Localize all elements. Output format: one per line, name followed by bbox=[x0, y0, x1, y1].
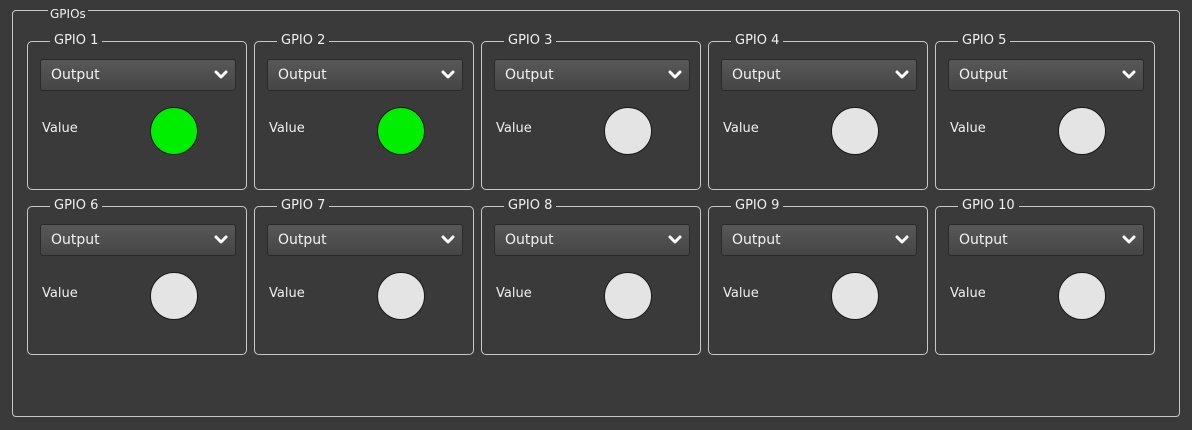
gpio-mode-value: Output bbox=[732, 232, 781, 248]
gpio-value-label: Value bbox=[950, 286, 986, 301]
gpio-group-5: GPIO 5 Output Value bbox=[935, 33, 1155, 190]
gpio-title: GPIO 2 bbox=[277, 33, 330, 49]
chevron-down-icon bbox=[668, 70, 682, 79]
gpio-group-4: GPIO 4 Output Value bbox=[708, 33, 928, 190]
gpio-mode-value: Output bbox=[959, 67, 1008, 83]
chevron-down-icon bbox=[1122, 70, 1136, 79]
gpio-value-label: Value bbox=[723, 121, 759, 136]
gpio-mode-value: Output bbox=[51, 67, 100, 83]
gpio-title: GPIO 7 bbox=[277, 198, 330, 214]
gpio-mode-select[interactable]: Output bbox=[948, 224, 1144, 256]
gpio-group-8: GPIO 8 Output Value bbox=[481, 198, 701, 355]
gpio-value-label: Value bbox=[42, 121, 78, 136]
gpio-value-label: Value bbox=[496, 121, 532, 136]
panel-title: GPIOs bbox=[48, 7, 88, 22]
gpio-group-2: GPIO 2 Output Value bbox=[254, 33, 474, 190]
gpio-group-1: GPIO 1 Output Value bbox=[27, 33, 247, 190]
gpio-value-label: Value bbox=[950, 121, 986, 136]
gpio-title: GPIO 5 bbox=[958, 33, 1011, 49]
gpio-mode-select[interactable]: Output bbox=[494, 59, 690, 91]
gpio-group-3: GPIO 3 Output Value bbox=[481, 33, 701, 190]
gpio-value-indicator[interactable] bbox=[604, 272, 652, 320]
gpio-mode-value: Output bbox=[505, 232, 554, 248]
gpio-mode-value: Output bbox=[959, 232, 1008, 248]
gpio-mode-select[interactable]: Output bbox=[721, 224, 917, 256]
gpio-group-9: GPIO 9 Output Value bbox=[708, 198, 928, 355]
gpio-value-indicator[interactable] bbox=[150, 107, 198, 155]
chevron-down-icon bbox=[214, 70, 228, 79]
gpio-mode-value: Output bbox=[505, 67, 554, 83]
gpio-title: GPIO 6 bbox=[50, 198, 103, 214]
chevron-down-icon bbox=[441, 235, 455, 244]
gpio-value-indicator[interactable] bbox=[831, 107, 879, 155]
chevron-down-icon bbox=[1122, 235, 1136, 244]
gpio-mode-select[interactable]: Output bbox=[721, 59, 917, 91]
gpio-group-6: GPIO 6 Output Value bbox=[27, 198, 247, 355]
gpio-title: GPIO 10 bbox=[958, 198, 1019, 214]
gpio-value-indicator[interactable] bbox=[377, 272, 425, 320]
gpio-value-label: Value bbox=[269, 286, 305, 301]
chevron-down-icon bbox=[668, 235, 682, 244]
gpio-mode-select[interactable]: Output bbox=[267, 59, 463, 91]
chevron-down-icon bbox=[214, 235, 228, 244]
gpio-mode-value: Output bbox=[51, 232, 100, 248]
gpio-mode-select[interactable]: Output bbox=[40, 59, 236, 91]
chevron-down-icon bbox=[441, 70, 455, 79]
gpio-value-indicator[interactable] bbox=[831, 272, 879, 320]
gpio-value-indicator[interactable] bbox=[1058, 107, 1106, 155]
gpio-value-label: Value bbox=[269, 121, 305, 136]
gpio-value-label: Value bbox=[496, 286, 532, 301]
gpio-title: GPIO 3 bbox=[504, 33, 557, 49]
gpio-value-indicator[interactable] bbox=[604, 107, 652, 155]
gpio-value-indicator[interactable] bbox=[150, 272, 198, 320]
gpio-mode-value: Output bbox=[278, 67, 327, 83]
gpio-value-indicator[interactable] bbox=[377, 107, 425, 155]
gpio-value-label: Value bbox=[42, 286, 78, 301]
gpio-group-7: GPIO 7 Output Value bbox=[254, 198, 474, 355]
gpio-mode-select[interactable]: Output bbox=[948, 59, 1144, 91]
gpio-value-indicator[interactable] bbox=[1058, 272, 1106, 320]
chevron-down-icon bbox=[895, 70, 909, 79]
gpio-mode-select[interactable]: Output bbox=[40, 224, 236, 256]
gpio-title: GPIO 9 bbox=[731, 198, 784, 214]
chevron-down-icon bbox=[895, 235, 909, 244]
gpio-title: GPIO 8 bbox=[504, 198, 557, 214]
gpio-title: GPIO 4 bbox=[731, 33, 784, 49]
gpio-group-10: GPIO 10 Output Value bbox=[935, 198, 1155, 355]
gpio-mode-select[interactable]: Output bbox=[494, 224, 690, 256]
gpio-value-label: Value bbox=[723, 286, 759, 301]
gpio-mode-value: Output bbox=[732, 67, 781, 83]
gpio-title: GPIO 1 bbox=[50, 33, 103, 49]
gpio-mode-value: Output bbox=[278, 232, 327, 248]
gpio-mode-select[interactable]: Output bbox=[267, 224, 463, 256]
